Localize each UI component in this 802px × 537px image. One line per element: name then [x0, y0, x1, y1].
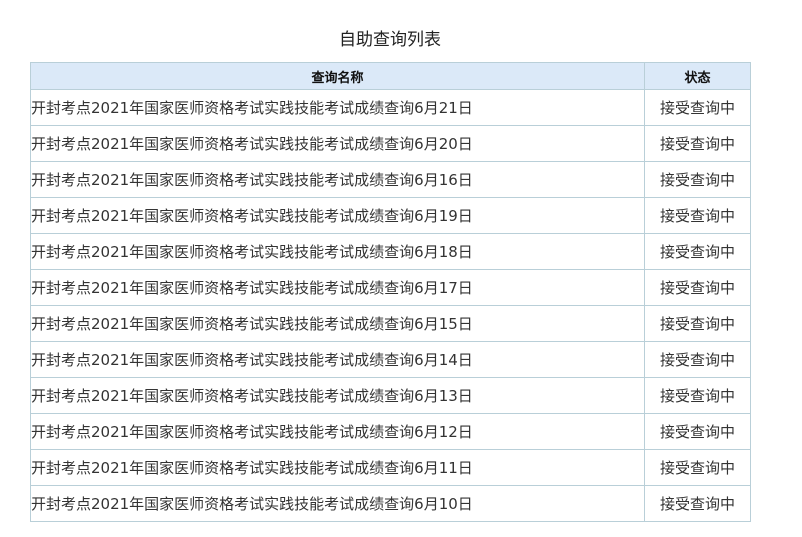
query-name-link[interactable]: 开封考点2021年国家医师资格考试实践技能考试成绩查询6月11日	[30, 449, 645, 486]
query-status: 接受查询中	[644, 341, 751, 378]
query-status: 接受查询中	[644, 233, 751, 270]
table-row[interactable]: 开封考点2021年国家医师资格考试实践技能考试成绩查询6月15日 接受查询中	[30, 305, 751, 342]
column-header-status: 状态	[644, 62, 751, 90]
query-list-table: 查询名称 状态 开封考点2021年国家医师资格考试实践技能考试成绩查询6月21日…	[30, 62, 751, 522]
column-header-name: 查询名称	[30, 62, 645, 90]
query-name-link[interactable]: 开封考点2021年国家医师资格考试实践技能考试成绩查询6月21日	[30, 89, 645, 126]
query-name-link[interactable]: 开封考点2021年国家医师资格考试实践技能考试成绩查询6月19日	[30, 197, 645, 234]
table-row[interactable]: 开封考点2021年国家医师资格考试实践技能考试成绩查询6月18日 接受查询中	[30, 233, 751, 270]
query-name-link[interactable]: 开封考点2021年国家医师资格考试实践技能考试成绩查询6月10日	[30, 485, 645, 522]
table-row[interactable]: 开封考点2021年国家医师资格考试实践技能考试成绩查询6月16日 接受查询中	[30, 161, 751, 198]
query-status: 接受查询中	[644, 449, 751, 486]
query-name-link[interactable]: 开封考点2021年国家医师资格考试实践技能考试成绩查询6月12日	[30, 413, 645, 450]
query-status: 接受查询中	[644, 197, 751, 234]
query-status: 接受查询中	[644, 413, 751, 450]
table-row[interactable]: 开封考点2021年国家医师资格考试实践技能考试成绩查询6月11日 接受查询中	[30, 449, 751, 486]
query-name-link[interactable]: 开封考点2021年国家医师资格考试实践技能考试成绩查询6月18日	[30, 233, 645, 270]
table-row[interactable]: 开封考点2021年国家医师资格考试实践技能考试成绩查询6月10日 接受查询中	[30, 485, 751, 522]
query-name-link[interactable]: 开封考点2021年国家医师资格考试实践技能考试成绩查询6月13日	[30, 377, 645, 414]
table-row[interactable]: 开封考点2021年国家医师资格考试实践技能考试成绩查询6月20日 接受查询中	[30, 125, 751, 162]
query-name-link[interactable]: 开封考点2021年国家医师资格考试实践技能考试成绩查询6月17日	[30, 269, 645, 306]
table-row[interactable]: 开封考点2021年国家医师资格考试实践技能考试成绩查询6月12日 接受查询中	[30, 413, 751, 450]
table-row[interactable]: 开封考点2021年国家医师资格考试实践技能考试成绩查询6月21日 接受查询中	[30, 89, 751, 126]
query-status: 接受查询中	[644, 305, 751, 342]
table-row[interactable]: 开封考点2021年国家医师资格考试实践技能考试成绩查询6月13日 接受查询中	[30, 377, 751, 414]
query-name-link[interactable]: 开封考点2021年国家医师资格考试实践技能考试成绩查询6月14日	[30, 341, 645, 378]
query-status: 接受查询中	[644, 161, 751, 198]
query-status: 接受查询中	[644, 89, 751, 126]
query-name-link[interactable]: 开封考点2021年国家医师资格考试实践技能考试成绩查询6月20日	[30, 125, 645, 162]
query-status: 接受查询中	[644, 125, 751, 162]
table-row[interactable]: 开封考点2021年国家医师资格考试实践技能考试成绩查询6月14日 接受查询中	[30, 341, 751, 378]
query-name-link[interactable]: 开封考点2021年国家医师资格考试实践技能考试成绩查询6月15日	[30, 305, 645, 342]
table-header-row: 查询名称 状态	[30, 62, 751, 90]
table-row[interactable]: 开封考点2021年国家医师资格考试实践技能考试成绩查询6月19日 接受查询中	[30, 197, 751, 234]
query-status: 接受查询中	[644, 485, 751, 522]
page-title: 自助查询列表	[339, 30, 441, 50]
table-row[interactable]: 开封考点2021年国家医师资格考试实践技能考试成绩查询6月17日 接受查询中	[30, 269, 751, 306]
query-name-link[interactable]: 开封考点2021年国家医师资格考试实践技能考试成绩查询6月16日	[30, 161, 645, 198]
query-status: 接受查询中	[644, 377, 751, 414]
query-status: 接受查询中	[644, 269, 751, 306]
